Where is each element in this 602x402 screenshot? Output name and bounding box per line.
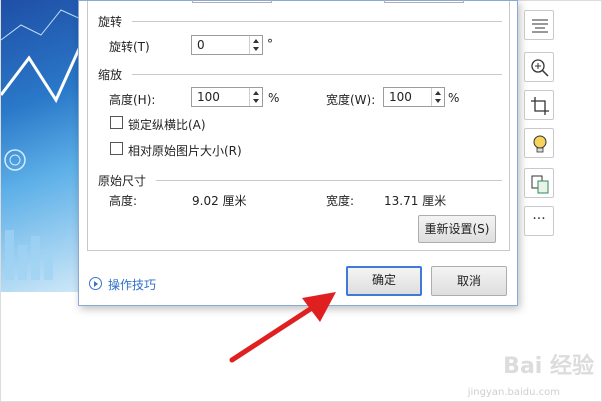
picture-graphic	[1, 9, 83, 280]
rotate-section-line	[132, 21, 502, 22]
relative-size-label[interactable]: 相对原始图片大小(R)	[128, 142, 242, 159]
scale-height-arrows[interactable]	[249, 88, 262, 106]
relative-size-checkbox[interactable]	[110, 142, 123, 155]
text-wrap-button[interactable]	[524, 10, 554, 40]
scale-width-spinner[interactable]: 100	[383, 87, 445, 107]
scale-height-unit: %	[268, 91, 280, 105]
scale-width-value: 100	[389, 90, 412, 104]
right-toolbar: ···	[520, 0, 560, 250]
rotate-spinner-arrows[interactable]	[249, 36, 262, 54]
lightbulb-icon	[533, 135, 547, 153]
reset-button[interactable]: 重新设置(S)	[418, 215, 496, 243]
spin-up-icon[interactable]	[435, 91, 441, 95]
lock-ratio-checkbox[interactable]	[110, 116, 123, 129]
spin-up-icon[interactable]	[253, 39, 259, 43]
spin-down-icon[interactable]	[435, 99, 441, 103]
cancel-button[interactable]: 取消	[431, 266, 507, 296]
scale-height-value: 100	[197, 90, 220, 104]
original-height-value: 9.02 厘米	[192, 194, 247, 208]
tips-link[interactable]: 操作技巧	[108, 276, 156, 293]
spin-down-icon[interactable]	[253, 99, 259, 103]
idea-button[interactable]	[524, 128, 554, 158]
partial-input-top-left	[192, 0, 272, 3]
convert-button[interactable]	[524, 168, 554, 198]
convert-icon	[531, 175, 549, 194]
spin-up-icon[interactable]	[253, 91, 259, 95]
scale-height-spinner[interactable]: 100	[191, 87, 263, 107]
rotate-label: 旋转(T)	[109, 40, 150, 54]
crop-icon	[531, 97, 549, 115]
scale-width-label: 宽度(W):	[326, 93, 376, 107]
dialog-body: 旋转 旋转(T) 0 ° 缩放 高度(H): 100 % 宽度(W): 100	[87, 0, 510, 251]
scale-section-line	[132, 74, 502, 75]
rotate-unit: °	[267, 37, 273, 51]
text-wrap-icon	[532, 19, 548, 33]
scale-width-arrows[interactable]	[431, 88, 444, 106]
scale-width-unit: %	[448, 91, 460, 105]
lock-ratio-label[interactable]: 锁定纵横比(A)	[128, 116, 206, 133]
zoom-icon	[531, 59, 549, 77]
play-circle-icon[interactable]	[89, 277, 102, 290]
partial-input-top-right	[384, 0, 464, 3]
rotate-value: 0	[197, 38, 205, 52]
original-size-section-title: 原始尺寸	[98, 174, 147, 188]
original-height-label: 高度:	[109, 194, 138, 208]
background-picture	[1, 0, 83, 292]
spin-down-icon[interactable]	[253, 47, 259, 51]
ok-button[interactable]: 确定	[346, 266, 422, 296]
original-size-section-line	[156, 180, 502, 181]
picture-format-dialog: 旋转 旋转(T) 0 ° 缩放 高度(H): 100 % 宽度(W): 100	[78, 0, 518, 306]
crop-button[interactable]	[524, 90, 554, 120]
watermark-url: jingyan.baidu.com	[467, 387, 560, 398]
original-width-value: 13.71 厘米	[384, 194, 447, 208]
rotate-spinner[interactable]: 0	[191, 35, 263, 55]
scale-section-title: 缩放	[98, 68, 123, 82]
watermark-logo: Bai 经验	[503, 354, 594, 379]
original-width-label: 宽度:	[326, 194, 355, 208]
red-arrow-annotation	[229, 292, 336, 363]
more-button[interactable]: ···	[524, 206, 554, 236]
rotate-section-title: 旋转	[98, 15, 123, 29]
scale-height-label: 高度(H):	[109, 93, 156, 107]
zoom-button[interactable]	[524, 52, 554, 82]
